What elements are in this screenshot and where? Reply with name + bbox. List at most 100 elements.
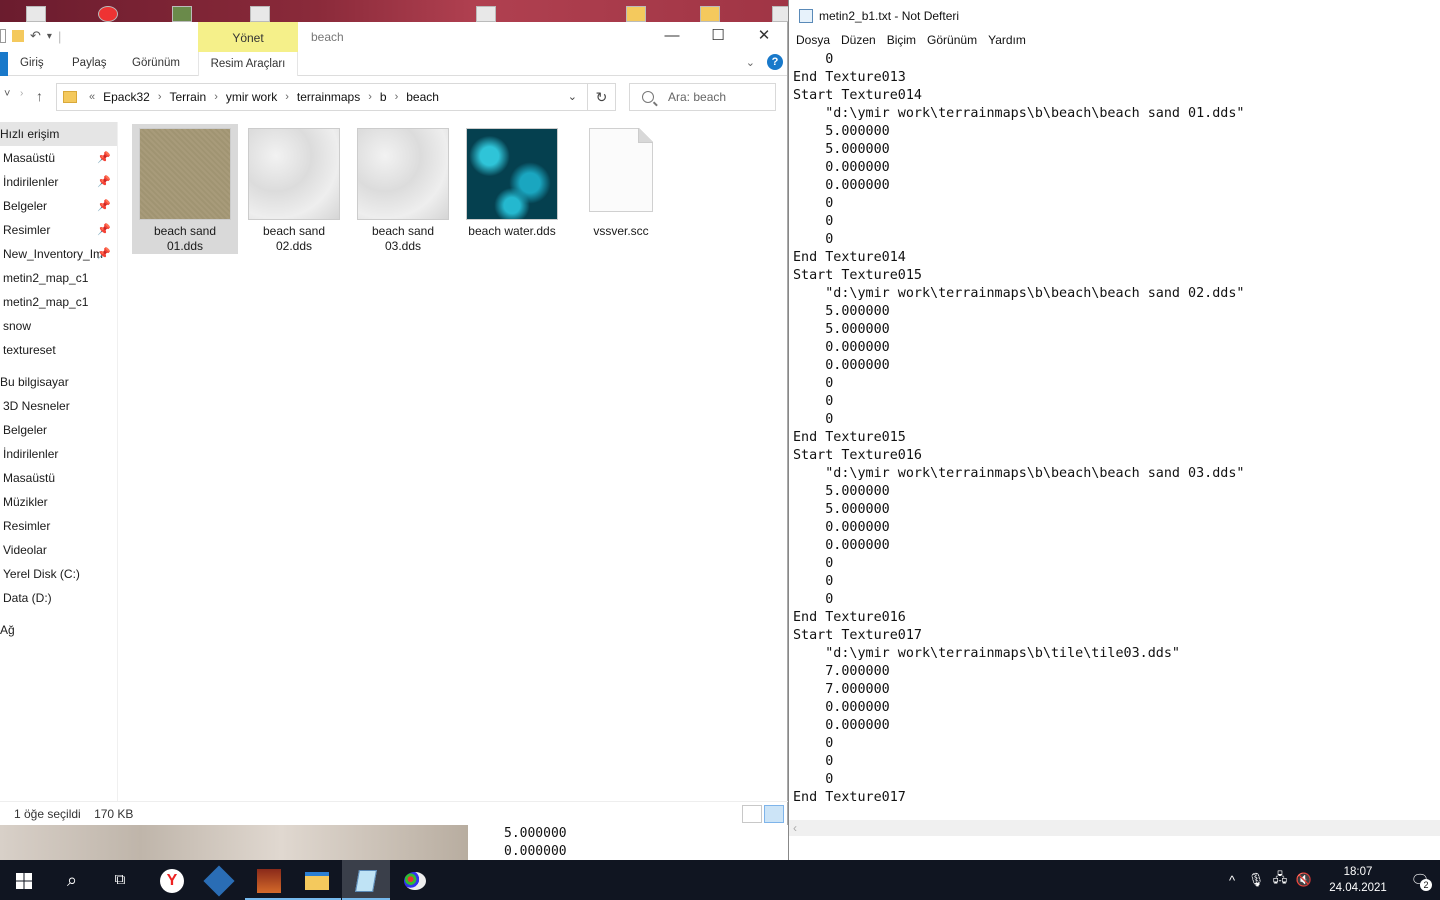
notepad-text-area[interactable]: 0 End Texture013 Start Texture014 "d:\ym…	[793, 51, 1437, 821]
nav-item-videos[interactable]: Videolar	[0, 538, 117, 562]
nav-item-pc-downloads[interactable]: İndirilenler	[0, 442, 117, 466]
nav-item-pc-pictures[interactable]: Resimler	[0, 514, 117, 538]
menu-edit[interactable]: Düzen	[837, 30, 883, 50]
nav-item-local-disk-c[interactable]: Yerel Disk (C:)	[0, 562, 117, 586]
file-item[interactable]: beach sand 01.dds	[132, 124, 238, 254]
address-bar[interactable]: « Epack32 › Terrain › ymir work › terrai…	[56, 83, 588, 111]
nav-item-pictures[interactable]: Resimler 📌	[0, 218, 117, 242]
maximize-button[interactable]: ☐	[695, 22, 741, 52]
breadcrumb-item[interactable]: ymir work	[222, 90, 281, 104]
menu-view[interactable]: Görünüm	[923, 30, 984, 50]
clock-date: 24.04.2021	[1329, 882, 1387, 894]
tab-home[interactable]: Giriş	[20, 57, 44, 69]
file-item[interactable]: beach sand 03.dds	[350, 124, 456, 254]
menu-format[interactable]: Biçim	[883, 30, 923, 50]
chrome-icon[interactable]	[98, 6, 118, 22]
chevron-up-icon[interactable]: ^	[1220, 873, 1244, 888]
microphone-icon[interactable]: 🎙	[1244, 872, 1268, 888]
nav-item-snow[interactable]: snow	[0, 314, 117, 338]
breadcrumb-item[interactable]: Epack32	[99, 90, 154, 104]
notification-center-button[interactable]: 🗨 2	[1400, 871, 1440, 891]
customize-toolbar-icon[interactable]: ▾	[47, 31, 52, 42]
tab-share[interactable]: Paylaş	[72, 57, 107, 69]
chevron-right-icon[interactable]: ›	[210, 91, 222, 103]
desktop-file-icon[interactable]	[26, 6, 46, 22]
tab-view[interactable]: Görünüm	[132, 57, 180, 69]
volume-muted-icon[interactable]: 🔇	[1292, 872, 1316, 888]
search-icon[interactable]: ⌕	[48, 860, 96, 900]
context-tab-manage[interactable]: Yönet	[198, 22, 298, 52]
nav-item-network[interactable]: Ağ	[0, 618, 117, 642]
desktop-image-icon[interactable]	[172, 6, 192, 22]
desktop-file-icon[interactable]	[476, 6, 496, 22]
nav-item-quick-access[interactable]: Hızlı erişim	[0, 122, 117, 146]
chevron-right-icon[interactable]: ›	[154, 91, 166, 103]
file-item[interactable]: beach water.dds	[459, 124, 565, 254]
minimize-button[interactable]: —	[649, 22, 695, 52]
nav-item-new-inventory[interactable]: New_Inventory_Im 📌	[0, 242, 117, 266]
help-icon[interactable]: ?	[767, 54, 783, 70]
large-icons-view-button[interactable]	[764, 805, 784, 823]
tab-picture-tools[interactable]: Resim Araçları	[198, 52, 298, 76]
game-icon[interactable]	[245, 860, 293, 900]
file-tab[interactable]	[0, 52, 8, 76]
nav-item-data-d[interactable]: Data (D:)	[0, 586, 117, 610]
nav-item-3d-objects[interactable]: 3D Nesneler	[0, 394, 117, 418]
task-view-icon[interactable]: ⧉	[96, 860, 144, 900]
clock[interactable]: 18:07 24.04.2021	[1322, 864, 1394, 896]
nav-item-metin2-map-2[interactable]: metin2_map_c1	[0, 290, 117, 314]
file-item[interactable]: beach sand 02.dds	[241, 124, 347, 254]
nav-item-metin2-map-1[interactable]: metin2_map_c1	[0, 266, 117, 290]
close-button[interactable]: ✕	[741, 22, 787, 52]
details-view-button[interactable]	[742, 805, 762, 823]
up-arrow-icon[interactable]: ↑	[36, 88, 43, 104]
breadcrumb-item[interactable]: beach	[402, 90, 443, 104]
notepad-taskbar-icon[interactable]	[342, 860, 390, 900]
chevron-down-icon[interactable]: ⌄	[568, 90, 577, 103]
file-explorer-icon[interactable]	[293, 860, 341, 900]
horizontal-scrollbar[interactable]: ‹	[789, 820, 1440, 836]
desktop-document-icon[interactable]	[250, 6, 270, 22]
chevron-right-icon[interactable]: ›	[364, 91, 376, 103]
nav-item-textureset[interactable]: textureset	[0, 338, 117, 362]
desktop-folder-icon[interactable]	[700, 6, 720, 22]
breadcrumb-overflow-icon[interactable]: «	[85, 91, 99, 103]
virtualbox-icon[interactable]	[195, 860, 243, 900]
scroll-left-icon[interactable]: ‹	[793, 821, 797, 835]
nav-item-music[interactable]: Müzikler	[0, 490, 117, 514]
start-button[interactable]	[0, 860, 48, 900]
network-icon[interactable]: 🖧	[1268, 869, 1292, 891]
ribbon-tabs: Giriş Paylaş Görünüm Resim Araçları ⌄ ?	[0, 52, 787, 76]
breadcrumb-item[interactable]: b	[376, 90, 391, 104]
breadcrumb-item[interactable]: terrainmaps	[293, 90, 364, 104]
background-notepad-line: 5.000000	[504, 826, 567, 841]
system-tray: ^ 🎙 🖧 🔇 18:07 24.04.2021 🗨 2	[1220, 860, 1440, 900]
menu-help[interactable]: Yardım	[984, 30, 1033, 50]
expand-ribbon-icon[interactable]: ⌄	[746, 56, 755, 69]
breadcrumb-item[interactable]: Terrain	[166, 90, 211, 104]
forward-icon[interactable]: ›	[20, 88, 23, 99]
nav-item-pc-documents[interactable]: Belgeler	[0, 418, 117, 442]
new-folder-icon[interactable]	[12, 30, 24, 42]
paint-icon[interactable]	[391, 860, 439, 900]
chevron-right-icon[interactable]: ›	[281, 91, 293, 103]
nav-item-desktop[interactable]: Masaüstü 📌	[0, 146, 117, 170]
properties-icon[interactable]	[0, 29, 6, 43]
menu-file[interactable]: Dosya	[792, 30, 837, 50]
refresh-button[interactable]: ↻	[588, 83, 616, 111]
search-input[interactable]: Ara: beach	[629, 83, 776, 111]
recent-locations-icon[interactable]: ˅	[4, 88, 10, 100]
yandex-browser-icon[interactable]: Y	[148, 860, 196, 900]
pin-icon: 📌	[97, 176, 111, 188]
undo-icon[interactable]: ↶	[30, 28, 41, 44]
nav-item-this-pc[interactable]: Bu bilgisayar	[0, 370, 117, 394]
file-item[interactable]: vssver.scc	[568, 124, 674, 254]
nav-item-pc-desktop[interactable]: Masaüstü	[0, 466, 117, 490]
desktop-folder-icon[interactable]	[626, 6, 646, 22]
nav-item-downloads[interactable]: İndirilenler 📌	[0, 170, 117, 194]
nav-item-label: New_Inventory_Im	[3, 247, 104, 261]
file-name: beach water.dds	[468, 224, 556, 238]
chevron-right-icon[interactable]: ›	[391, 91, 403, 103]
nav-item-documents[interactable]: Belgeler 📌	[0, 194, 117, 218]
